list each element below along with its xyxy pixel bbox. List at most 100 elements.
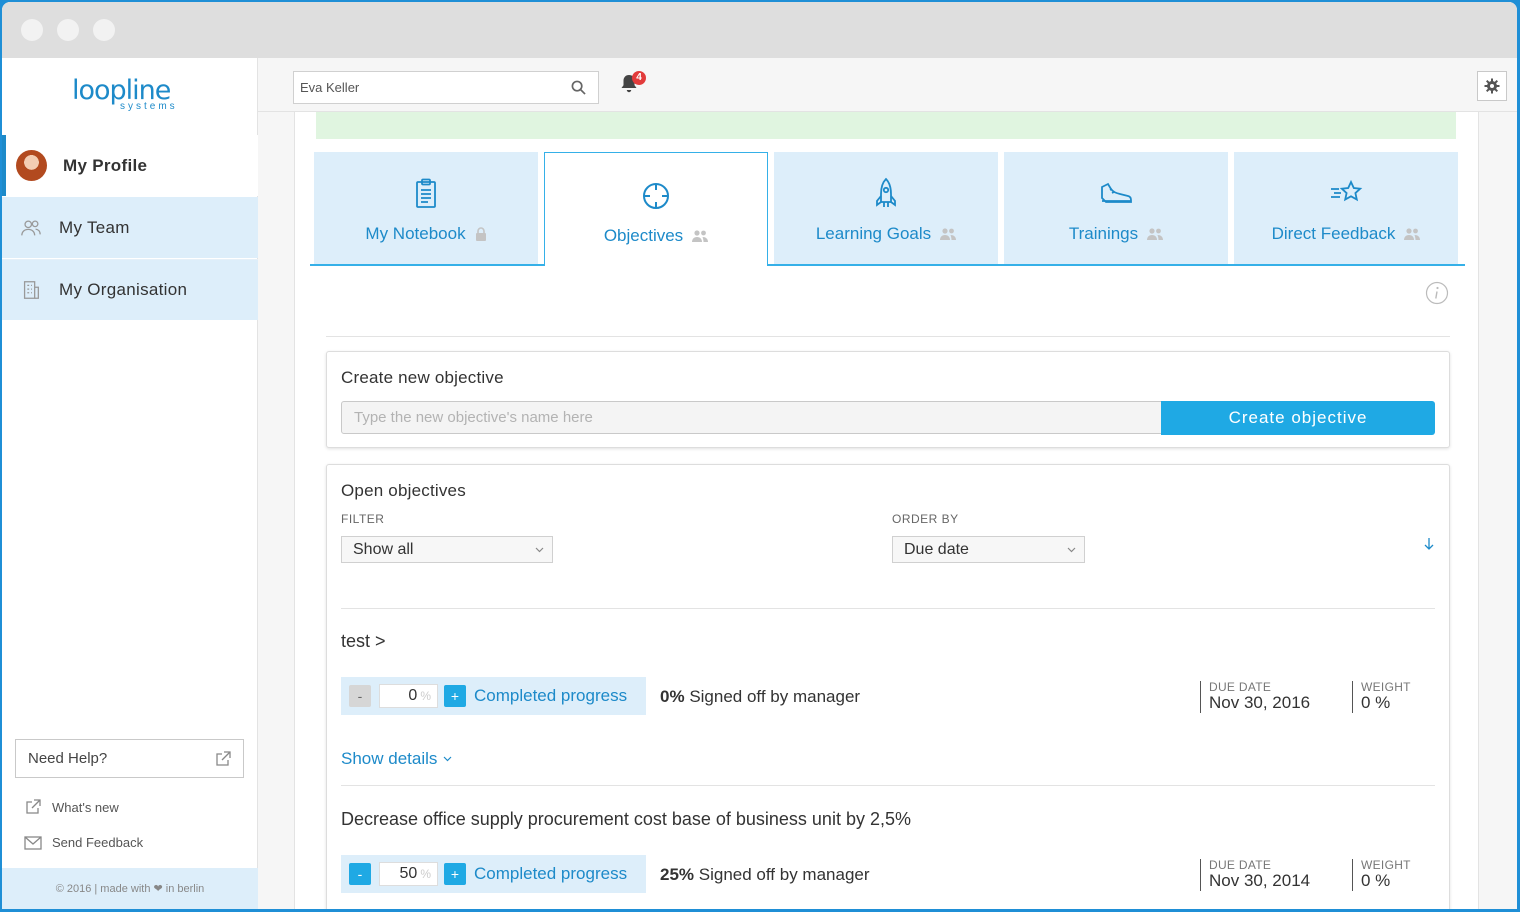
tab-label: My Notebook <box>365 224 466 243</box>
close-window-button[interactable] <box>21 19 43 41</box>
whats-new-label: What's new <box>52 799 119 815</box>
chevron-down-icon <box>443 756 452 762</box>
progress-value: 50 <box>399 865 418 882</box>
completed-progress-label: Completed progress <box>474 864 628 883</box>
sidebar-footer: © 2016 | made with ❤ in berlin <box>2 868 258 909</box>
profile-tabs: My Notebook Objectives Learning Goals Tr… <box>310 152 1465 266</box>
weight-label: WEIGHT <box>1361 680 1411 694</box>
rocket-icon <box>876 177 896 207</box>
tab-direct-feedback[interactable]: Direct Feedback <box>1234 152 1458 264</box>
sidebar-item-my-team[interactable]: My Team <box>2 197 258 258</box>
order-by-select[interactable]: Due date <box>892 536 1085 563</box>
objective-title[interactable]: Decrease office supply procurement cost … <box>341 809 911 830</box>
external-link-icon <box>216 750 231 766</box>
signed-off-percent: 25% <box>660 865 695 884</box>
tab-label: Trainings <box>1068 224 1139 243</box>
tab-label: Direct Feedback <box>1271 224 1396 243</box>
send-feedback-label: Send Feedback <box>52 835 144 850</box>
gear-icon <box>1484 78 1500 94</box>
search-input[interactable]: Eva Keller <box>293 71 599 104</box>
open-objectives-card: Open objectives FILTER Show all ORDER BY… <box>326 464 1450 909</box>
sidebar-item-my-profile[interactable]: My Profile <box>2 135 258 196</box>
increase-progress-button[interactable]: + <box>444 685 466 707</box>
lock-icon <box>475 227 486 241</box>
percent-sign: % <box>420 689 431 703</box>
whats-new-link[interactable]: What's new <box>24 799 119 815</box>
people-icon <box>1147 228 1164 240</box>
avatar <box>16 150 47 181</box>
tab-learning-goals[interactable]: Learning Goals <box>774 152 998 264</box>
objective-title[interactable]: test > <box>341 631 386 652</box>
tab-my-notebook[interactable]: My Notebook <box>314 152 538 264</box>
progress-stepper: - 50% + Completed progress <box>341 855 646 893</box>
top-bar: Eva Keller 4 <box>258 58 1517 112</box>
building-icon <box>23 281 39 299</box>
due-date: DUE DATE Nov 30, 2016 <box>1200 681 1310 713</box>
progress-stepper: - 0% + Completed progress <box>341 677 646 715</box>
signed-off-status: 0% Signed off by manager <box>660 687 860 707</box>
sidebar-item-label: My Team <box>59 217 130 237</box>
weight-value: 0 % <box>1361 693 1391 712</box>
need-help-button[interactable]: Need Help? <box>15 739 244 778</box>
due-date-value: Nov 30, 2014 <box>1209 871 1311 890</box>
divider <box>341 608 1435 609</box>
maximize-window-button[interactable] <box>93 19 115 41</box>
open-objectives-title: Open objectives <box>341 481 466 500</box>
clipboard-icon <box>416 178 436 208</box>
create-objective-title: Create new objective <box>341 368 504 387</box>
signed-off-text: Signed off by manager <box>689 687 861 706</box>
create-objective-button[interactable]: Create objective <box>1161 401 1435 435</box>
search-value: Eva Keller <box>300 80 360 95</box>
show-details-link[interactable]: Show details <box>341 749 452 769</box>
chevron-down-icon <box>1067 547 1076 552</box>
main-content: My Notebook Objectives Learning Goals Tr… <box>258 112 1517 909</box>
chevron-down-icon <box>535 547 544 552</box>
app-window: loopline systems My Profile My Team My O… <box>2 2 1517 909</box>
progress-input[interactable]: 50% <box>379 862 438 886</box>
divider <box>341 785 1435 786</box>
success-banner <box>316 112 1456 139</box>
logo-subtext: systems <box>120 101 178 112</box>
decrease-progress-button[interactable]: - <box>349 685 371 707</box>
progress-input[interactable]: 0% <box>379 684 438 708</box>
percent-sign: % <box>420 867 431 881</box>
loopline-logo[interactable]: loopline systems <box>72 76 192 116</box>
create-objective-card: Create new objective Type the new object… <box>326 351 1450 448</box>
order-by-value: Due date <box>904 540 969 558</box>
filter-value: Show all <box>353 540 414 558</box>
tab-label: Learning Goals <box>815 224 932 243</box>
weight: WEIGHT 0 % <box>1352 859 1411 891</box>
people-icon <box>1404 228 1421 240</box>
signed-off-percent: 0% <box>660 687 685 706</box>
sidebar-item-my-organisation[interactable]: My Organisation <box>2 259 258 320</box>
filter-select[interactable]: Show all <box>341 536 553 563</box>
sort-direction-icon[interactable] <box>1423 537 1435 551</box>
completed-progress-label: Completed progress <box>474 686 628 705</box>
sidebar: loopline systems My Profile My Team My O… <box>2 58 258 909</box>
order-by-label: ORDER BY <box>892 512 959 526</box>
weight-value: 0 % <box>1361 871 1391 890</box>
tab-trainings[interactable]: Trainings <box>1004 152 1228 264</box>
decrease-progress-button[interactable]: - <box>349 863 371 885</box>
weight-label: WEIGHT <box>1361 858 1411 872</box>
team-icon <box>21 219 41 235</box>
progress-value: 0 <box>408 687 418 704</box>
send-feedback-link[interactable]: Send Feedback <box>24 835 143 850</box>
envelope-icon <box>24 835 42 850</box>
divider <box>326 336 1450 337</box>
signed-off-status: 25% Signed off by manager <box>660 865 870 885</box>
signed-off-text: Signed off by manager <box>698 865 870 884</box>
search-icon[interactable] <box>571 80 586 95</box>
weight: WEIGHT 0 % <box>1352 681 1411 713</box>
need-help-label: Need Help? <box>28 750 108 767</box>
sidebar-item-label: My Profile <box>63 155 148 175</box>
due-date-value: Nov 30, 2016 <box>1209 693 1311 712</box>
info-icon[interactable] <box>1425 281 1449 305</box>
external-link-icon <box>26 799 41 814</box>
new-objective-input[interactable]: Type the new objective's name here <box>341 401 1163 434</box>
due-date-label: DUE DATE <box>1209 858 1272 872</box>
tab-objectives[interactable]: Objectives <box>544 152 768 266</box>
increase-progress-button[interactable]: + <box>444 863 466 885</box>
minimize-window-button[interactable] <box>57 19 79 41</box>
settings-button[interactable] <box>1477 71 1507 101</box>
